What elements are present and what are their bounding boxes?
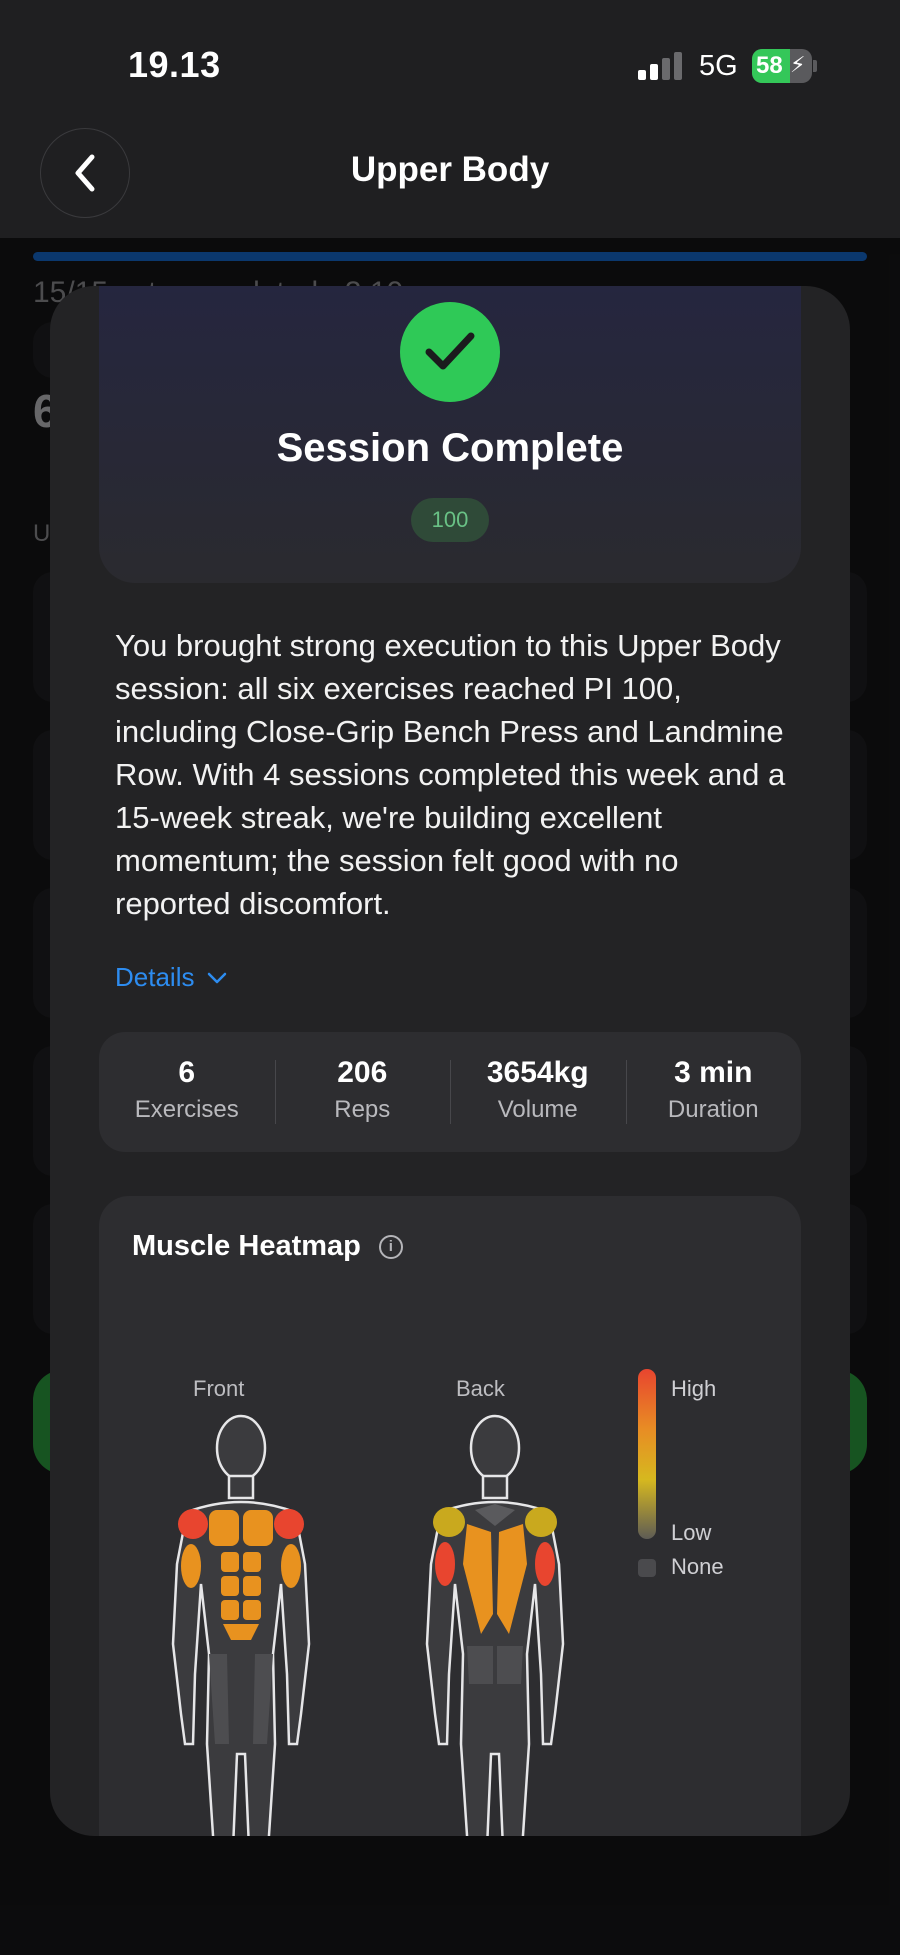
stats-row: 6 Exercises 206 Reps 3654kg Volume 3 min… — [99, 1032, 801, 1152]
signal-icon — [638, 52, 682, 80]
session-complete-modal: Session Complete 100 You brought strong … — [50, 286, 850, 1836]
battery-icon: 58 ⚡ — [752, 49, 817, 83]
page-title: Upper Body — [350, 150, 550, 189]
network-label: 5G — [699, 50, 738, 82]
stat-volume: 3654kg Volume — [450, 1032, 626, 1152]
heatmap-title: Muscle Heatmap — [132, 1230, 361, 1262]
muscle-heatmap-card: Muscle Heatmap i Front Back High Low Non… — [99, 1196, 801, 1836]
stat-duration: 3 min Duration — [625, 1032, 802, 1152]
legend-none-swatch — [638, 1559, 656, 1577]
status-time: 19.13 — [128, 44, 221, 85]
front-label: Front — [193, 1376, 245, 1401]
heatmap-header: Muscle Heatmap i — [132, 1230, 403, 1263]
checkmark-icon — [400, 302, 500, 402]
top-bar — [0, 0, 900, 238]
front-deltoid-left — [178, 1509, 208, 1539]
battery-level: 58 — [756, 52, 783, 79]
stat-label: Volume — [497, 1096, 578, 1123]
stat-value: 206 — [337, 1056, 388, 1089]
info-icon[interactable]: i — [378, 1234, 403, 1259]
stat-reps: 206 Reps — [274, 1032, 451, 1152]
stat-value: 6 — [178, 1056, 196, 1089]
details-toggle[interactable]: Details — [115, 962, 228, 993]
legend-high: High — [671, 1376, 717, 1401]
back-body-figure — [425, 1414, 565, 1836]
front-deltoid-right — [274, 1509, 304, 1539]
charging-icon: ⚡ — [790, 52, 806, 77]
heatmap-legend-gradient — [638, 1369, 656, 1539]
front-body-figure — [171, 1414, 311, 1836]
details-label: Details — [115, 962, 195, 992]
legend-low: Low — [671, 1520, 712, 1545]
stat-label: Exercises — [134, 1096, 239, 1123]
stat-value: 3654kg — [486, 1056, 589, 1089]
stat-label: Reps — [334, 1096, 391, 1123]
stat-exercises: 6 Exercises — [99, 1032, 275, 1152]
back-label: Back — [456, 1376, 505, 1401]
chevron-down-icon — [208, 972, 227, 983]
stat-label: Duration — [667, 1096, 759, 1123]
score-badge: 100 — [411, 498, 489, 542]
modal-title: Session Complete — [276, 426, 624, 470]
legend-none: None — [671, 1554, 724, 1579]
session-summary: You brought strong execution to this Upp… — [115, 628, 786, 921]
stat-value: 3 min — [674, 1056, 753, 1089]
